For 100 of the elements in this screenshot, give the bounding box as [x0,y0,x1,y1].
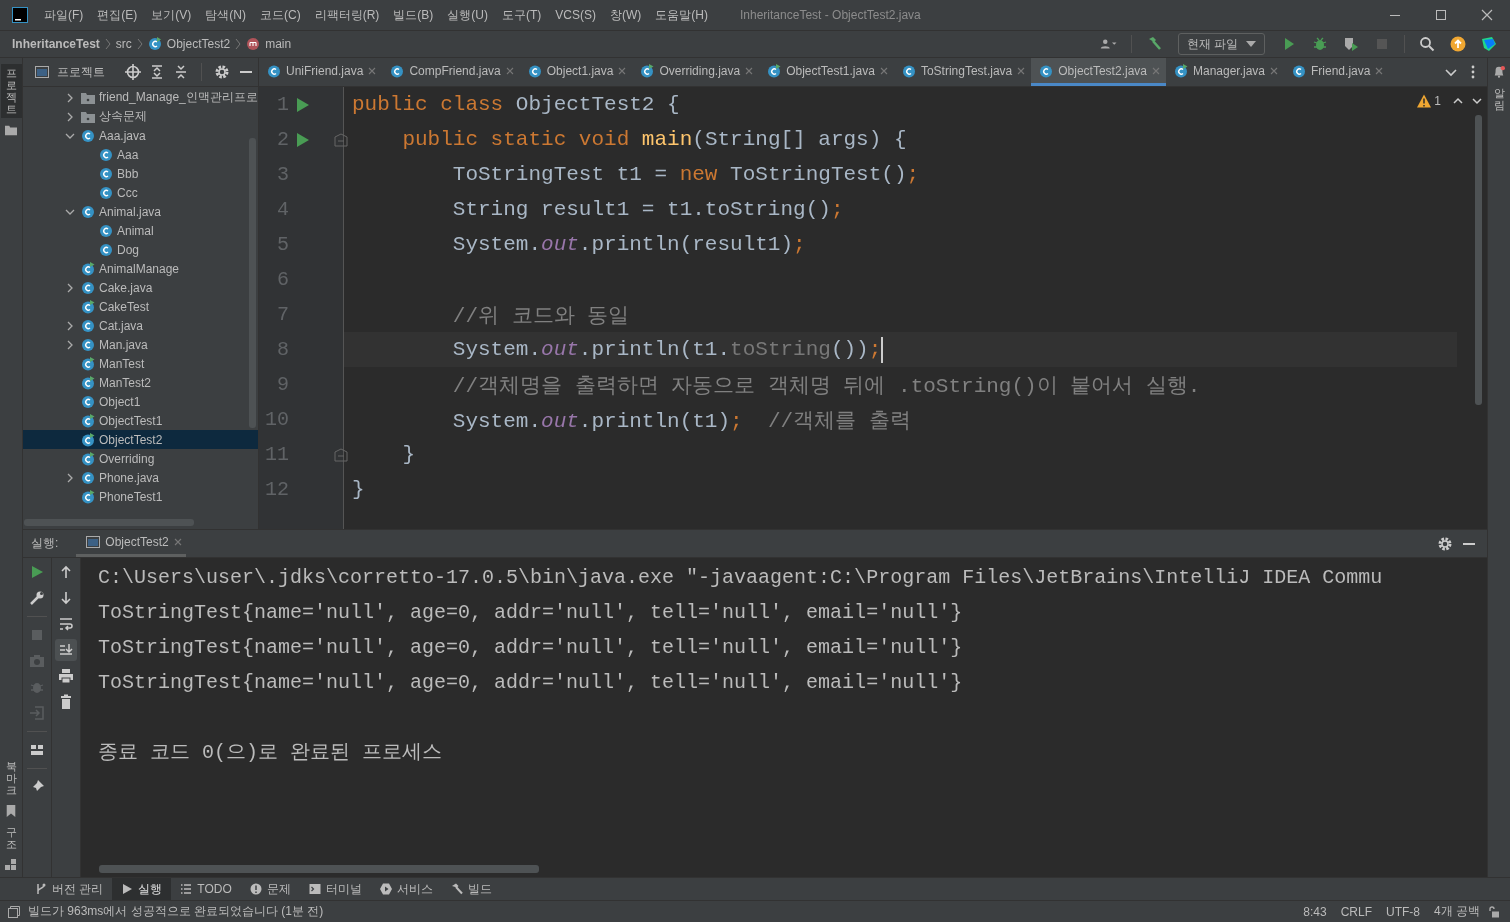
tree-item[interactable]: friend_Manage_인맥관리프로 [23,88,258,107]
run-icon[interactable] [29,564,45,580]
close-icon[interactable] [1481,9,1493,21]
menu-item[interactable]: 창(W) [610,6,642,24]
editor-tab[interactable]: Object1.java [519,58,633,86]
settings-icon[interactable] [1437,535,1453,552]
menu-item[interactable]: 도움말(H) [655,6,708,24]
run-icon[interactable] [296,96,310,113]
scrollbar[interactable] [24,519,194,526]
status-item[interactable]: UTF-8 [1386,904,1420,919]
warning-icon[interactable] [1417,94,1432,108]
editor-tab[interactable]: Overriding.java [632,58,760,86]
menu-item[interactable]: 빌드(B) [393,6,434,24]
tool-window-tab[interactable]: 북마크 [0,756,22,799]
soft-wrap-icon[interactable] [58,616,74,632]
status-item[interactable]: 4개 공백 [1434,903,1480,920]
tool-tab[interactable]: 터미널 [299,878,371,900]
editor-tab[interactable]: Friend.java [1284,58,1390,86]
tree-item[interactable]: Aaa [23,145,258,164]
menu-item[interactable]: 리팩터링(R) [314,6,380,24]
scrollbar[interactable] [1475,115,1482,405]
run-config-dropdown[interactable]: 현재 파일 [1177,33,1265,55]
close-icon[interactable] [618,66,627,75]
update-icon[interactable] [1449,36,1467,52]
tree-item[interactable]: Animal.java [23,202,258,221]
scrollbar[interactable] [99,865,539,873]
lock-icon[interactable] [1488,905,1500,918]
tree-item[interactable]: ManTest [23,354,258,373]
close-icon[interactable] [879,66,888,75]
tree-item[interactable]: Cat.java [23,316,258,335]
tool-tab[interactable]: 버전 관리 [26,878,113,900]
tree-item[interactable]: Animal [23,221,258,240]
warning-count[interactable]: 1 [1434,94,1441,108]
tree-item[interactable]: Aaa.java [23,126,258,145]
menu-item[interactable]: 도구(T) [502,6,542,24]
scroll-to-end-icon[interactable] [55,639,77,661]
tree-item[interactable]: Cake.java [23,278,258,297]
close-icon[interactable] [1017,66,1026,75]
close-icon[interactable] [1270,66,1279,75]
tree-item[interactable]: ObjectTest2 [23,430,258,449]
settings-icon[interactable] [214,64,230,80]
editor-tab[interactable]: Manager.java [1166,58,1285,86]
tool-window-tab[interactable]: 구조 [0,822,22,853]
close-icon[interactable] [173,538,182,546]
menu-item[interactable]: 실행(U) [447,6,488,24]
toolbox-icon[interactable] [1480,36,1498,52]
tree-item[interactable]: PhoneTest1 [23,487,258,506]
breadcrumb[interactable]: src [115,37,132,51]
tool-tab[interactable]: 서비스 [370,878,442,900]
menu-item[interactable]: 코드(C) [260,6,301,24]
panel-toggle-icon[interactable] [8,905,20,918]
close-icon[interactable] [1375,66,1384,75]
menu-item[interactable]: 탐색(N) [205,6,246,24]
tree-item[interactable]: Ccc [23,183,258,202]
tree-item[interactable]: ObjectTest1 [23,411,258,430]
menu-item[interactable]: 편집(E) [97,6,138,24]
menu-item[interactable]: 파일(F) [44,6,84,24]
tree-item[interactable]: CakeTest [23,297,258,316]
tree-item[interactable]: Bbb [23,164,258,183]
close-icon[interactable] [505,66,514,75]
bell-icon[interactable] [1493,66,1505,78]
close-icon[interactable] [368,66,377,75]
coverage-icon[interactable] [1342,36,1360,52]
editor-tab[interactable]: CompFriend.java [382,58,520,86]
editor-tab[interactable]: ObjectTest1.java [759,58,894,86]
tree-item[interactable]: ManTest2 [23,373,258,392]
tree-item[interactable]: Man.java [23,335,258,354]
breadcrumb[interactable]: InheritanceTest [12,37,100,51]
collapse-all-icon[interactable] [173,64,189,80]
tree-item[interactable]: Overriding [23,449,258,468]
status-item[interactable]: 8:43 [1303,904,1327,919]
status-item[interactable]: CRLF [1340,904,1372,919]
crosshair-icon[interactable] [125,64,141,80]
tree-item[interactable]: Object1 [23,392,258,411]
bug-icon[interactable] [1311,36,1329,52]
run-icon[interactable] [296,131,310,148]
menu-item[interactable]: VCS(S) [555,8,596,22]
tree-item[interactable]: Phone.java [23,468,258,487]
breadcrumb[interactable]: main [265,37,292,51]
tool-tab[interactable]: TODO [171,878,241,900]
editor-tab[interactable]: ToStringTest.java [893,58,1032,86]
layout-icon[interactable] [29,742,45,758]
search-icon[interactable] [1418,36,1436,52]
tool-tab[interactable]: 빌드 [441,878,501,900]
tree-item[interactable]: 상속문제 [23,107,258,126]
print-icon[interactable] [58,668,74,684]
tool-tab[interactable]: 문제 [240,878,300,900]
tool-tab[interactable]: 실행 [112,878,172,900]
tree-item[interactable]: AnimalManage [23,259,258,278]
wrench-icon[interactable] [29,590,45,606]
tool-window-tab[interactable]: 프로젝트 [0,64,22,119]
panel-title[interactable]: 프로젝트 [57,63,105,81]
arrow-down-icon[interactable] [58,590,74,606]
expand-all-icon[interactable] [149,64,165,80]
menu-item[interactable]: 보기(V) [151,6,192,24]
tree-item[interactable]: Dog [23,240,258,259]
editor-tab[interactable]: UniFriend.java [259,58,383,86]
tool-window-tab[interactable]: 알림 [1488,84,1510,115]
breadcrumb[interactable]: ObjectTest2 [166,37,231,51]
maximize-icon[interactable] [1435,9,1447,21]
